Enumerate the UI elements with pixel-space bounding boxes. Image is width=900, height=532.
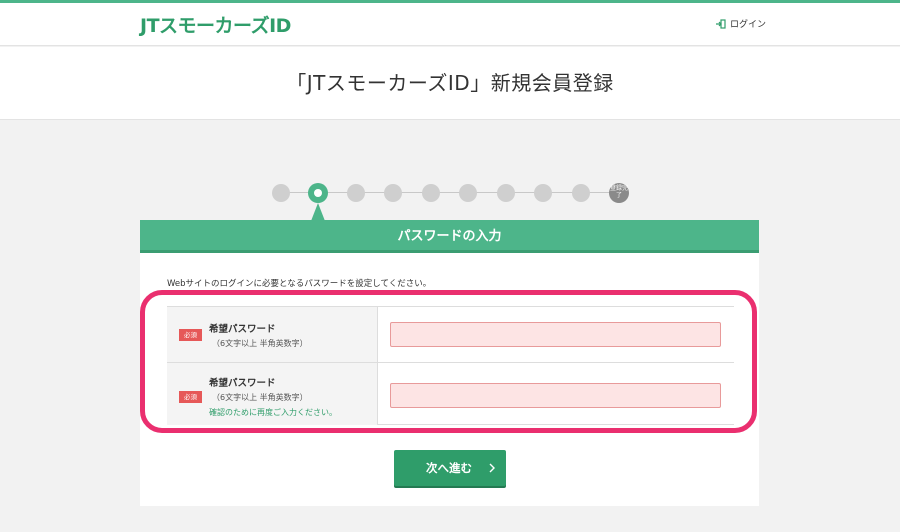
step-4 [384, 184, 402, 202]
step-9 [572, 184, 590, 202]
step-6 [459, 184, 477, 202]
step-pointer-icon [311, 203, 325, 221]
page-title: 「JTスモーカーズID」新規会員登録 [286, 71, 614, 95]
step-8 [534, 184, 552, 202]
login-icon [716, 18, 726, 29]
next-button-label: 次へ進む [426, 461, 472, 475]
step-7 [497, 184, 515, 202]
step-10-complete: 登録完了 [609, 183, 629, 203]
progress-steps: 登録完了 [272, 183, 632, 203]
site-logo[interactable]: JTスモーカーズID [140, 11, 291, 38]
highlight-annotation [140, 290, 757, 433]
chevron-right-icon [489, 463, 495, 473]
login-link[interactable]: ログイン [716, 17, 766, 30]
step-3 [347, 184, 365, 202]
steps-connector-line [280, 192, 620, 193]
step-2-current [308, 183, 328, 203]
title-bar: 「JTスモーカーズID」新規会員登録 [0, 47, 900, 120]
site-header: JTスモーカーズID ログイン [0, 3, 900, 46]
section-description: Webサイトのログインに必要となるパスワードを設定してください。 [167, 279, 432, 289]
section-heading: パスワードの入力 [140, 220, 759, 253]
next-button[interactable]: 次へ進む [394, 450, 506, 486]
step-5 [422, 184, 440, 202]
step-1 [272, 184, 290, 202]
login-label: ログイン [730, 20, 767, 30]
